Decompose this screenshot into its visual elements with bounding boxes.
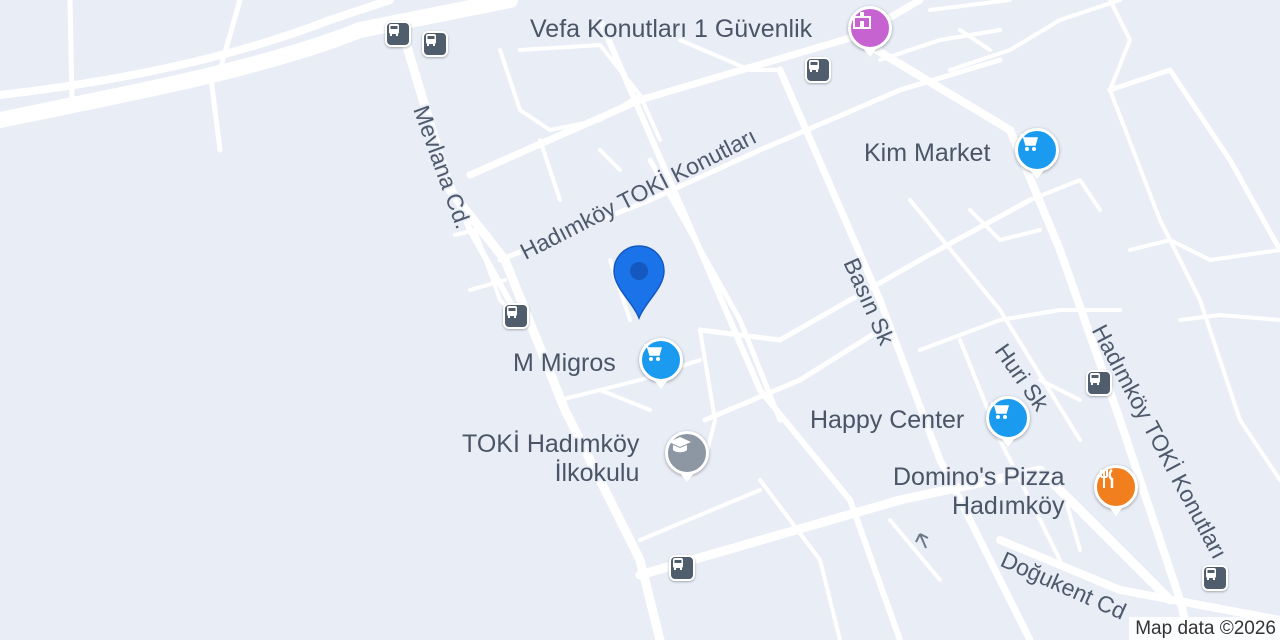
poi-label-kim-market[interactable]: Kim Market xyxy=(864,141,990,166)
poi-label-happy-center[interactable]: Happy Center xyxy=(810,408,964,433)
poi-pin-toki-school[interactable] xyxy=(665,431,709,482)
map-attribution: Map data ©2026 xyxy=(1129,617,1280,640)
map-canvas[interactable]: Mevlana Cd. Hadımköy TOKİ Konutları Bası… xyxy=(0,0,1280,640)
road-network xyxy=(0,0,1280,640)
poi-label-dominos[interactable]: Domino's Pizza Hadımköy xyxy=(893,463,1065,521)
poi-label-toki-school-line2: İlkokulu xyxy=(554,458,640,487)
poi-pin-dominos[interactable] xyxy=(1094,465,1138,516)
bus-stop-7[interactable] xyxy=(1202,565,1228,591)
poi-pin-m-migros[interactable] xyxy=(639,338,683,389)
poi-pin-vefa[interactable] xyxy=(848,6,892,57)
poi-pin-kim-market[interactable] xyxy=(1015,128,1059,179)
poi-label-dominos-line1: Domino's Pizza xyxy=(893,463,1065,491)
poi-label-m-migros[interactable]: M Migros xyxy=(513,351,616,376)
poi-pin-happy-center[interactable] xyxy=(986,396,1030,447)
bus-stop-2[interactable] xyxy=(422,31,448,57)
poi-label-dominos-line2: Hadımköy xyxy=(951,491,1065,520)
poi-label-toki-school-line1: TOKİ Hadımköy xyxy=(462,430,640,458)
bus-stop-5[interactable] xyxy=(1086,370,1112,396)
bus-stop-1[interactable] xyxy=(385,21,411,47)
poi-label-vefa[interactable]: Vefa Konutları 1 Güvenlik xyxy=(530,17,812,42)
bus-stop-4[interactable] xyxy=(503,303,529,329)
poi-label-toki-school[interactable]: TOKİ Hadımköy İlkokulu xyxy=(462,430,639,488)
bus-stop-3[interactable] xyxy=(805,57,831,83)
bus-stop-6[interactable] xyxy=(669,555,695,581)
